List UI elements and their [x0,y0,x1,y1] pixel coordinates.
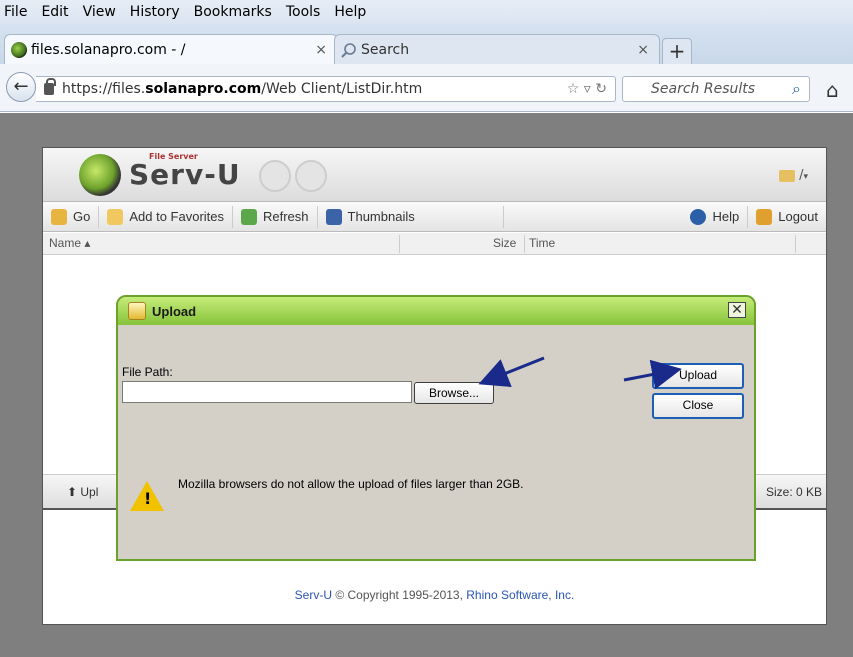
file-path-input[interactable] [122,381,412,403]
current-folder[interactable]: /▾ [779,168,808,183]
file-list-header: Name ▴ Size Time [43,233,826,255]
menu-bar: File Edit View History Bookmarks Tools H… [0,0,853,24]
thumbnails-button[interactable]: Thumbnails [318,205,504,228]
rhino-link[interactable]: Rhino Software, Inc. [466,588,574,602]
warning-text: Mozilla browsers do not allow the upload… [178,477,524,491]
go-button[interactable]: Go [43,205,100,228]
help-icon [690,208,707,225]
dialog-titlebar[interactable]: Upload ✕ [118,297,754,325]
tab-close-icon[interactable]: × [315,42,327,58]
menu-history[interactable]: History [130,4,180,20]
search-input[interactable]: Search Results ⌕ [622,76,810,102]
search-icon[interactable]: ⌕ [792,79,801,99]
serv-u-link[interactable]: Serv-U [295,588,332,602]
favorites-label: Add to Favorites [129,209,224,224]
tab-strip: files.solanapro.com - / × Search × + [0,24,853,64]
back-arrow-icon: ← [13,76,29,97]
favorites-icon [107,208,124,225]
lock-icon [44,78,56,95]
column-divider [524,235,525,253]
refresh-icon [241,208,257,225]
add-favorites-button[interactable]: Add to Favorites [99,205,233,228]
browse-button[interactable]: Browse... [414,382,494,404]
history-arrows [259,160,343,192]
folder-icon [779,169,796,182]
app-header: File Server Serv-U /▾ [43,148,826,202]
nav-bar: https://files. solanapro.com/Web Client/L… [0,64,853,112]
footer: Serv-U © Copyright 1995-2013, Rhino Soft… [43,588,826,602]
search-placeholder: Search Results [651,81,756,97]
menu-file[interactable]: File [4,4,27,20]
menu-tools[interactable]: Tools [286,4,321,20]
tab-title: files.solanapro.com - / [31,41,186,58]
serv-u-favicon-icon [11,41,27,58]
file-path-label: File Path: [122,365,173,379]
tab-files[interactable]: files.solanapro.com - / × [4,34,338,64]
thumbnails-label: Thumbnails [347,209,415,224]
refresh-label: Refresh [263,209,309,224]
logout-button[interactable]: Logout [748,206,826,228]
bookmark-star-icon[interactable]: ☆ ▿ ↻ [567,81,607,97]
menu-help[interactable]: Help [334,4,366,20]
dialog-close-button[interactable]: ✕ [728,302,746,318]
status-size: Size: 0 KB [765,485,822,499]
url-bar[interactable]: https://files. solanapro.com/Web Client/L… [36,76,616,102]
home-icon[interactable]: ⌂ [826,78,839,102]
column-size[interactable]: Size [493,236,516,250]
upload-button[interactable]: Upload [652,363,744,389]
thumbnails-icon [325,208,342,225]
back-circle-icon[interactable] [259,160,291,192]
search-icon [341,42,356,58]
upload-dialog: Upload ✕ File Path: Browse... Upload Clo… [116,295,756,561]
refresh-button[interactable]: Refresh [233,205,318,228]
logo-text: Serv-U [129,158,241,191]
back-button[interactable]: ← [6,72,36,102]
menu-view[interactable]: View [83,4,116,20]
close-button[interactable]: Close [652,393,744,419]
warning-icon: ! [130,481,164,511]
help-label: Help [712,209,740,224]
url-path: /Web Client/ListDir.htm [261,81,423,97]
copyright-text: © Copyright 1995-2013, [332,588,467,602]
new-tab-button[interactable]: + [662,38,692,64]
column-divider [795,235,796,253]
serv-u-logo-icon [79,154,121,196]
tab-close-icon[interactable]: × [637,42,649,58]
help-button[interactable]: Help [682,205,749,228]
tab-search[interactable]: Search × [334,34,660,64]
column-time[interactable]: Time [529,236,555,250]
go-label: Go [73,209,91,224]
dialog-title: Upload [152,303,197,319]
menu-edit[interactable]: Edit [41,4,68,20]
tab-title: Search [361,41,410,58]
url-host: solanapro.com [145,81,262,97]
logout-icon [756,208,773,225]
upload-icon [128,302,146,320]
forward-circle-icon[interactable] [295,160,327,192]
go-icon [51,208,67,225]
menu-bookmarks[interactable]: Bookmarks [194,4,272,20]
app-toolbar: Go Add to Favorites Refresh Thumbnails H… [43,202,826,232]
column-divider [399,235,400,253]
status-upload[interactable]: ⬆ Upl [67,485,98,499]
logout-label: Logout [778,209,818,224]
url-prefix: https://files. [62,81,146,97]
column-name[interactable]: Name ▴ [49,236,90,250]
